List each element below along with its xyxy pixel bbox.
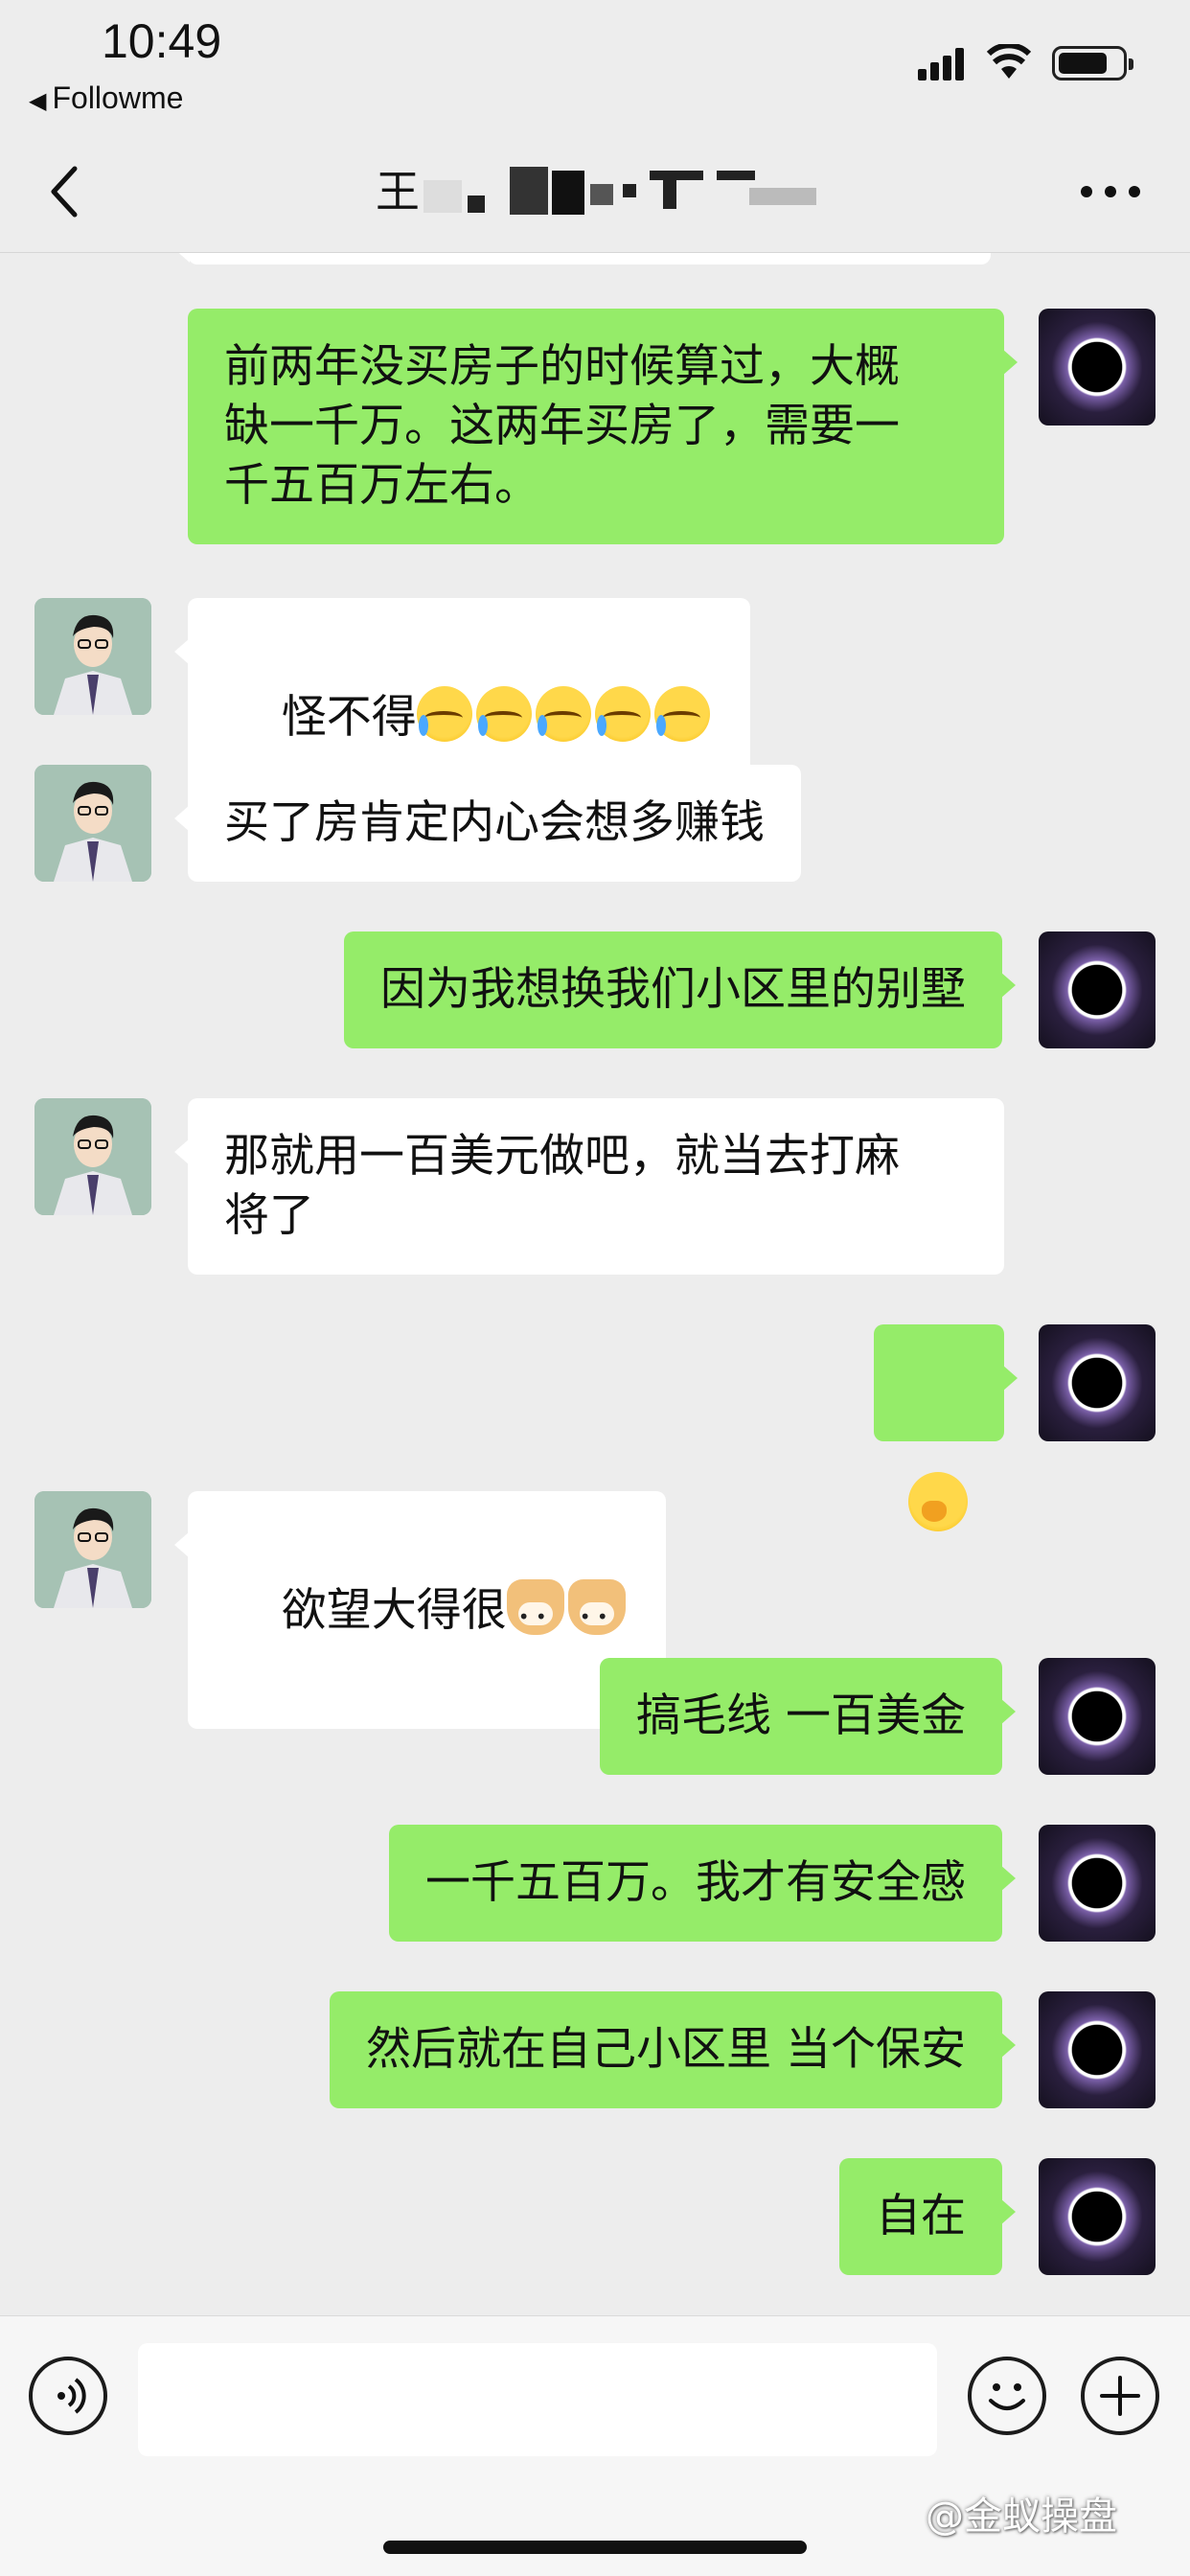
crying-emoji-icon (416, 686, 472, 742)
message-text: 怪不得 (281, 691, 417, 744)
redacted-name-block (510, 167, 548, 215)
message-bubble-sent[interactable]: 前两年没买房子的时候算过，大概 缺一千万。这两年买房了，需要一 千五百万左右。 (188, 309, 1018, 544)
input-bar: @金蚁操盘 (0, 2315, 1190, 2576)
chat-title-visible-char: 王 (376, 166, 420, 218)
previous-message-fragment (174, 253, 991, 264)
my-avatar[interactable] (1039, 309, 1156, 426)
redacted-name-block (650, 171, 703, 180)
message-bubble-sent[interactable] (874, 1324, 1018, 1531)
my-avatar[interactable] (1039, 1658, 1156, 1775)
more-dots-icon[interactable] (1077, 182, 1144, 201)
cellular-signal-icon (918, 48, 964, 80)
my-avatar[interactable] (1039, 1324, 1156, 1441)
crying-emoji-icon (653, 686, 710, 742)
message-bubble-received[interactable]: 买了房肯定内心会想多赚钱 (174, 765, 801, 882)
my-avatar[interactable] (1039, 932, 1156, 1048)
message-bubble-sent[interactable]: 搞毛线 一百美金 (600, 1658, 1016, 1775)
doge-emoji-icon (567, 1579, 626, 1646)
redacted-name-block (590, 184, 613, 205)
person-portrait-icon (34, 1491, 151, 1608)
contact-avatar[interactable] (34, 1491, 151, 1608)
message-bubble-sent[interactable]: 一千五百万。我才有安全感 (389, 1825, 1016, 1942)
redacted-name-block (552, 171, 584, 215)
back-to-app-link[interactable]: ◀ Followme (29, 80, 183, 116)
person-portrait-icon (34, 1098, 151, 1215)
message-text: 欲望大得很 (281, 1584, 507, 1637)
shy-covering-mouth-emoji-icon (908, 1472, 968, 1531)
watermark: @金蚁操盘 (926, 2495, 1117, 2539)
redacted-name-block (423, 180, 462, 213)
message-bubble-received[interactable]: 欲望大得很 (174, 1491, 666, 1729)
redacted-name-block (749, 188, 816, 205)
redacted-name-block (663, 180, 676, 209)
status-bar: 10:49 ◀ Followme (0, 0, 1190, 125)
home-indicator[interactable] (383, 2541, 807, 2554)
message-list[interactable]: 前两年没买房子的时候算过，大概 缺一千万。这两年买房了，需要一 千五百万左右。 … (0, 253, 1190, 2315)
person-portrait-icon (34, 765, 151, 882)
battery-icon (1052, 46, 1133, 80)
plus-icon[interactable] (1081, 2357, 1159, 2435)
person-portrait-icon (34, 598, 151, 715)
redacted-name-block (717, 171, 755, 180)
crying-emoji-icon (475, 686, 532, 742)
chat-header: 王 (0, 125, 1190, 253)
wifi-icon (987, 44, 1031, 79)
redacted-name-block (468, 196, 485, 213)
my-avatar[interactable] (1039, 1825, 1156, 1942)
voice-icon[interactable] (29, 2357, 107, 2435)
sound-wave-glyph (57, 2378, 86, 2414)
message-input[interactable] (138, 2343, 937, 2456)
crying-emoji-icon (594, 686, 651, 742)
status-time: 10:49 (102, 14, 222, 68)
message-bubble-sent[interactable]: 自在 (839, 2158, 1016, 2275)
my-avatar[interactable] (1039, 1991, 1156, 2108)
redacted-name-block (623, 184, 636, 197)
contact-avatar[interactable] (34, 598, 151, 715)
contact-avatar[interactable] (34, 765, 151, 882)
crying-emoji-icon (535, 686, 591, 742)
contact-avatar[interactable] (34, 1098, 151, 1215)
chat-title[interactable]: 王 (376, 151, 826, 220)
chevron-left-icon[interactable] (44, 163, 92, 220)
message-bubble-sent[interactable]: 然后就在自己小区里 当个保安 (330, 1991, 1016, 2108)
back-triangle-icon: ◀ (29, 88, 47, 114)
message-bubble-sent[interactable]: 因为我想换我们小区里的别墅 (344, 932, 1016, 1048)
emoji-icon[interactable] (968, 2357, 1046, 2435)
plus-glyph (1100, 2376, 1140, 2416)
back-app-label: Followme (52, 80, 184, 115)
my-avatar[interactable] (1039, 2158, 1156, 2275)
message-bubble-received[interactable]: 那就用一百美元做吧，就当去打麻 将了 (174, 1098, 1004, 1275)
smiley-glyph (989, 2383, 1025, 2410)
doge-emoji-icon (506, 1579, 564, 1646)
